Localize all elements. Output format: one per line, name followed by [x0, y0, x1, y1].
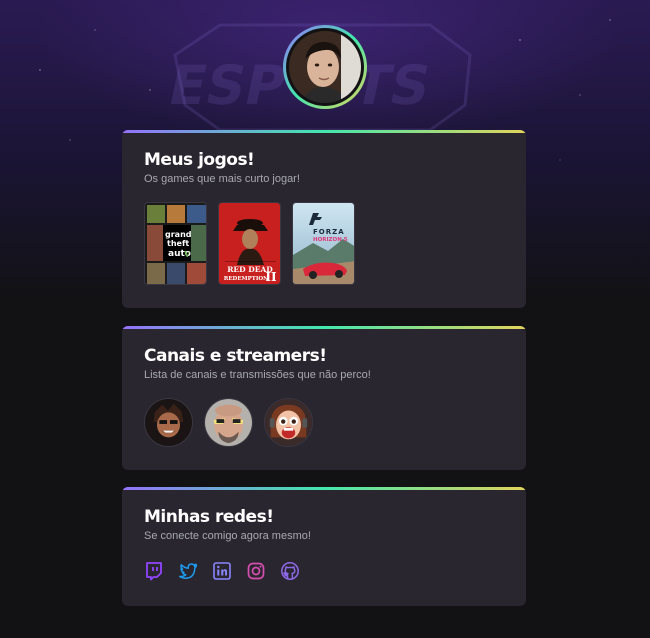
forza-horizon-5-cover-icon: FORZA HORIZON 5 [293, 203, 354, 284]
svg-text:HORIZON 5: HORIZON 5 [313, 237, 348, 243]
channels-card-subtitle: Lista de canais e transmissões que não p… [144, 369, 371, 381]
game-gta-v[interactable]: grand theft auto V [144, 202, 207, 285]
svg-text:REDEMPTION: REDEMPTION [224, 276, 268, 282]
twitter-icon [178, 563, 198, 579]
profile-avatar[interactable] [283, 25, 367, 109]
streamer-avatar-1-icon [145, 399, 192, 446]
github-link[interactable] [280, 561, 300, 581]
game-forza-horizon-5[interactable]: FORZA HORIZON 5 [292, 202, 355, 285]
svg-text:II: II [265, 270, 277, 284]
channel-item[interactable] [264, 398, 313, 447]
game-rdr2[interactable]: RED DEAD REDEMPTION II [218, 202, 281, 285]
channels-card: Canais e streamers! Lista de canais e tr… [122, 326, 526, 470]
avatar [289, 31, 361, 103]
svg-text:ESP: ESP [163, 54, 292, 117]
rdr2-cover-icon: RED DEAD REDEMPTION II [219, 203, 280, 284]
instagram-icon [247, 562, 265, 580]
svg-text:theft: theft [167, 239, 189, 248]
gta-v-cover-icon: grand theft auto V [145, 203, 206, 284]
streamer-avatar-2-icon [205, 399, 252, 446]
svg-text:FORZA: FORZA [313, 228, 345, 236]
twitter-link[interactable] [178, 561, 198, 581]
games-card: Meus jogos! Os games que mais curto joga… [122, 130, 526, 308]
socials-card: Minhas redes! Se conecte comigo agora me… [122, 487, 526, 606]
channel-item[interactable] [204, 398, 253, 447]
linkedin-link[interactable] [212, 561, 232, 581]
linkedin-icon [213, 562, 231, 580]
github-icon [281, 562, 299, 580]
twitch-link[interactable] [144, 561, 164, 581]
channels-list [144, 398, 504, 447]
socials-card-subtitle: Se conecte comigo agora mesmo! [144, 530, 311, 542]
games-card-subtitle: Os games que mais curto jogar! [144, 173, 300, 185]
svg-text:grand: grand [165, 230, 192, 239]
channels-card-title: Canais e streamers! [144, 346, 327, 366]
socials-card-title: Minhas redes! [144, 507, 274, 527]
streamer-avatar-3-icon [265, 399, 312, 446]
games-list: grand theft auto V RED DEAD REDEMPTION I… [144, 202, 504, 285]
channel-item[interactable] [144, 398, 193, 447]
instagram-link[interactable] [246, 561, 266, 581]
twitch-icon [146, 562, 162, 581]
games-card-title: Meus jogos! [144, 150, 255, 170]
social-links [144, 561, 504, 581]
svg-text:V: V [183, 249, 191, 259]
